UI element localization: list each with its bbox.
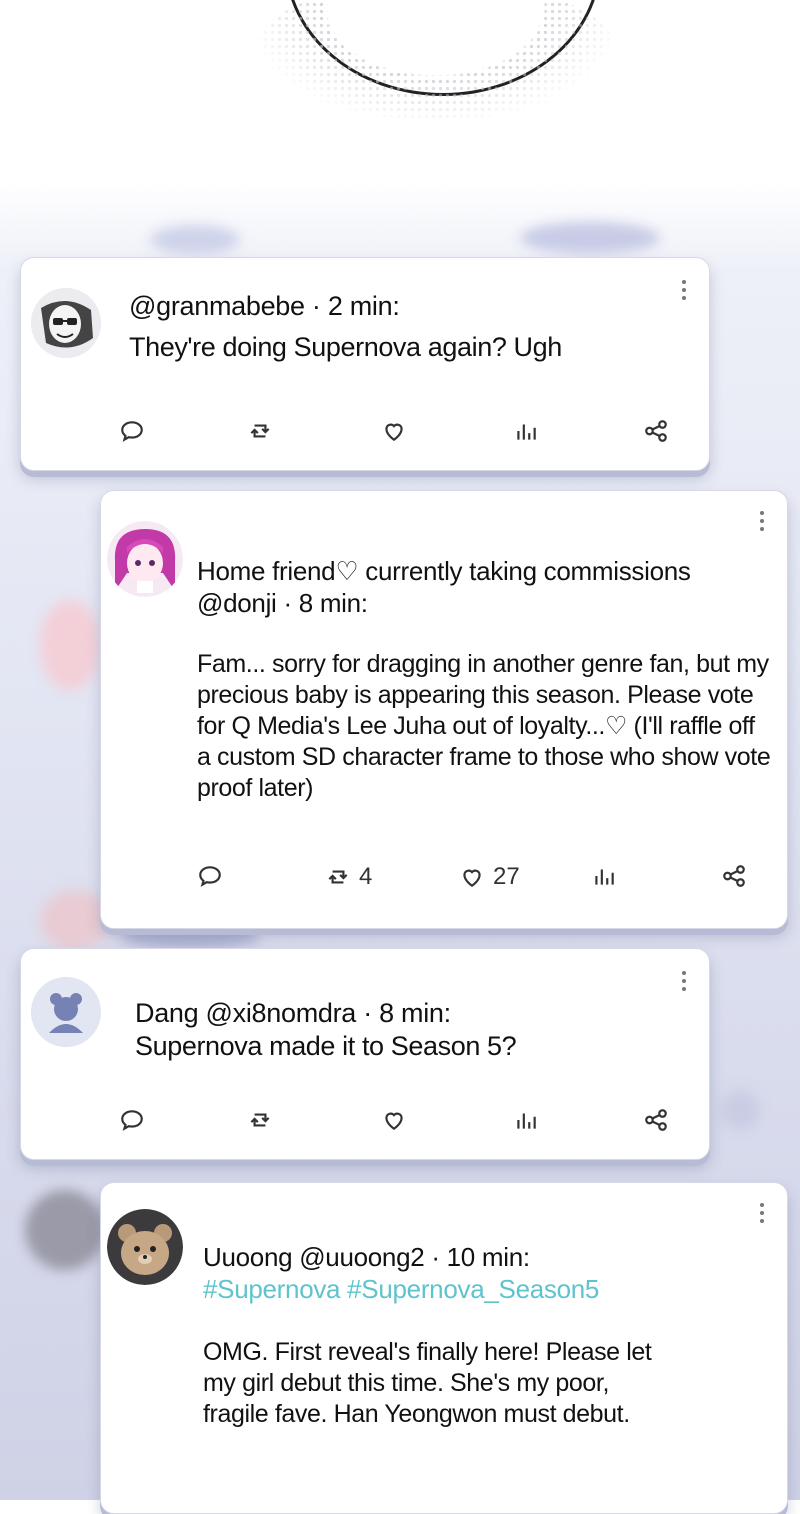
retweet-button[interactable] xyxy=(247,418,281,444)
reply-button[interactable] xyxy=(119,418,145,444)
like-count: 27 xyxy=(493,863,520,890)
post-text: Supernova made it to Season 5? xyxy=(135,1031,517,1061)
post-header: Dang @xi8nomdra · 8 min: xyxy=(135,998,451,1028)
share-button[interactable] xyxy=(643,1107,669,1133)
heart-icon xyxy=(385,1112,403,1130)
share-button[interactable] xyxy=(643,418,669,444)
post-header: @granmabebe · 2 min: xyxy=(129,291,400,321)
avatar[interactable] xyxy=(107,1209,183,1285)
share-icon xyxy=(645,420,667,442)
background-blur xyxy=(150,225,240,255)
post-header: @donji · 8 min: xyxy=(197,588,368,618)
retweet-button[interactable]: 4 xyxy=(325,863,372,891)
like-button[interactable] xyxy=(381,418,415,444)
post-card[interactable]: @granmabebe · 2 min: They're doing Super… xyxy=(20,257,710,471)
like-button[interactable] xyxy=(381,1107,415,1133)
avatar[interactable] xyxy=(31,977,101,1047)
stats-button[interactable] xyxy=(513,1107,539,1133)
stats-icon xyxy=(517,1113,536,1129)
comment-icon xyxy=(121,421,143,442)
more-vertical-icon[interactable] xyxy=(759,1203,765,1225)
retweet-count: 4 xyxy=(359,863,373,890)
retweet-button[interactable] xyxy=(247,1107,281,1133)
more-vertical-icon[interactable] xyxy=(681,280,687,302)
avatar[interactable] xyxy=(107,521,183,597)
background-blur xyxy=(40,600,100,690)
post-card[interactable]: Home friend♡ currently taking commission… xyxy=(100,490,788,929)
stats-button[interactable] xyxy=(591,863,617,889)
retweet-icon xyxy=(250,424,270,438)
post-actions: 4 27 xyxy=(197,863,757,893)
post-card[interactable]: Dang @xi8nomdra · 8 min: Supernova made … xyxy=(20,948,710,1160)
display-name: Home friend♡ currently taking commission… xyxy=(197,556,691,586)
more-vertical-icon[interactable] xyxy=(681,971,687,993)
share-button[interactable] xyxy=(721,863,747,889)
reply-button[interactable] xyxy=(197,863,223,889)
background-blur xyxy=(520,222,660,254)
post-text: Fam... sorry for dragging in another gen… xyxy=(197,650,771,802)
share-icon xyxy=(723,865,745,887)
post-hashtags[interactable]: #Supernova #Supernova_Season5 xyxy=(203,1273,599,1305)
stats-icon xyxy=(595,869,614,885)
comment-icon xyxy=(199,866,221,887)
comment-icon xyxy=(121,1110,143,1131)
reply-button[interactable] xyxy=(119,1107,145,1133)
heart-icon xyxy=(463,869,481,887)
background-blur xyxy=(25,1190,105,1270)
post-actions xyxy=(119,1107,679,1137)
post-text: OMG. First reveal's finally here! Please… xyxy=(203,1338,652,1428)
post-header: Uuoong @uuoong2 · 10 min: xyxy=(203,1242,530,1272)
heart-icon xyxy=(385,423,403,441)
post-card[interactable]: Uuoong @uuoong2 · 10 min: #Supernova #Su… xyxy=(100,1182,788,1514)
avatar[interactable] xyxy=(31,288,101,358)
more-vertical-icon[interactable] xyxy=(759,511,765,533)
background-blur xyxy=(720,1090,760,1130)
stats-icon xyxy=(517,424,536,440)
post-actions xyxy=(119,418,679,448)
share-icon xyxy=(645,1109,667,1131)
like-button[interactable]: 27 xyxy=(459,863,520,891)
retweet-icon xyxy=(250,1113,270,1127)
retweet-icon xyxy=(328,870,348,884)
post-text: They're doing Supernova again? Ugh xyxy=(129,332,562,362)
stats-button[interactable] xyxy=(513,418,539,444)
background-halftone xyxy=(255,0,615,120)
